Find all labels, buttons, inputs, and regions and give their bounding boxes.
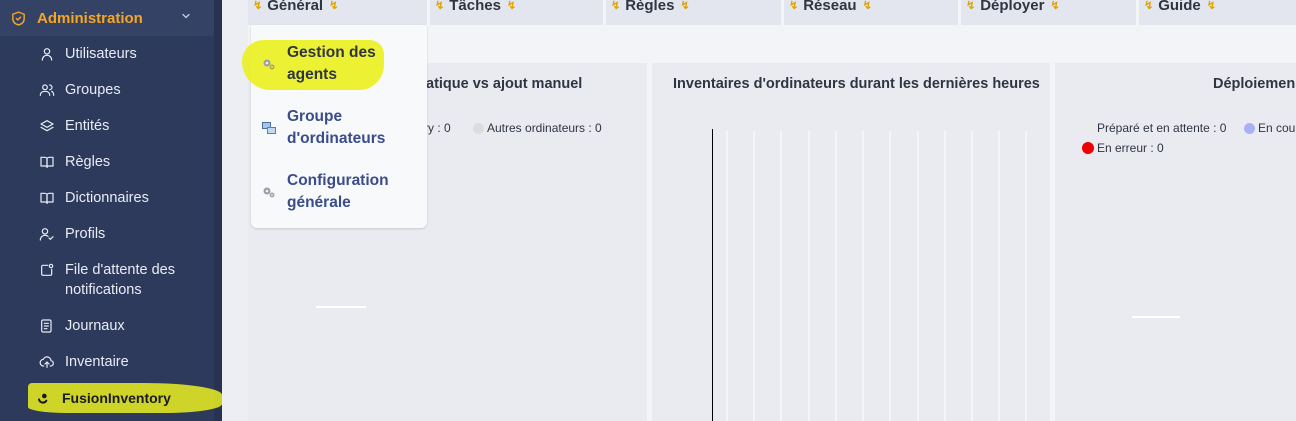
double-chevron-icon: ↯: [506, 0, 517, 12]
tab-label: Réseau: [803, 0, 857, 14]
double-chevron-icon: ↯: [862, 0, 872, 12]
double-chevron-icon: ↯: [789, 0, 799, 12]
legend-label: Autres ordinateurs : 0: [487, 121, 602, 135]
panel-title: Déploiemen: [1213, 76, 1296, 92]
sidebar-item-groupes[interactable]: Groupes: [0, 80, 214, 100]
double-chevron-icon: ↯: [253, 0, 263, 12]
shield-icon: [10, 10, 27, 27]
legend-label: ry : 0: [424, 121, 451, 135]
users-icon: [38, 81, 56, 99]
sidebar-item-label: Dictionnaires: [65, 190, 149, 206]
tab-label: Règles: [625, 0, 675, 14]
sidebar-item-label: Journaux: [65, 318, 125, 334]
tab-label: Déployer: [980, 0, 1045, 14]
double-chevron-icon: ↯: [329, 0, 339, 12]
sidebar-item-journaux[interactable]: Journaux: [0, 316, 214, 336]
menu-item-groupe-ordinateurs[interactable]: Groupe d'ordinateurs: [251, 106, 427, 152]
menu-item-label: Configuration générale: [287, 172, 389, 211]
chart-plot-area: [712, 129, 1027, 421]
tab-label: Guide: [1158, 0, 1201, 14]
sidebar-item-inventaire[interactable]: Inventaire: [0, 352, 214, 372]
chart-panel-deployment: Déploiemen Préparé et en attente : 0 En …: [1055, 63, 1296, 421]
panel-title: Inventaires d'ordinateurs durant les der…: [673, 76, 1040, 92]
tab-general[interactable]: ↯ Général ↯: [248, 0, 430, 25]
double-chevron-icon: ↯: [966, 0, 976, 12]
legend-swatch: [1082, 142, 1094, 154]
sidebar-item-label: Utilisateurs: [65, 46, 137, 62]
menu-item-configuration-generale[interactable]: Configuration générale: [251, 170, 427, 216]
tab-deployer[interactable]: ↯ Déployer ↯: [961, 0, 1139, 25]
double-chevron-icon: ↯: [1144, 0, 1154, 12]
sidebar-section-title: Administration: [37, 9, 143, 27]
legend-item: Préparé et en attente : 0: [1083, 121, 1226, 135]
gears-icon: [261, 56, 277, 72]
menu-item-label: Gestion des agents: [287, 44, 376, 83]
legend-swatch: [473, 122, 484, 134]
sidebar-item-label: Règles: [65, 154, 111, 170]
book-icon: [38, 189, 56, 207]
sidebar-item-entites[interactable]: Entités: [0, 116, 214, 136]
legend-swatch: [1083, 122, 1094, 134]
legend-swatch: [1244, 122, 1255, 134]
sidebar-item-label: Entités: [65, 118, 110, 134]
double-chevron-icon: ↯: [1050, 0, 1060, 12]
notification-icon: [38, 261, 56, 279]
sidebar-item-label: Profils: [65, 226, 106, 242]
chart-empty-line: [1132, 316, 1180, 318]
cloud-upload-icon: [38, 353, 56, 371]
fusion-icon: [34, 389, 52, 407]
menu-item-gestion-des-agents[interactable]: Gestion des agents: [251, 42, 427, 88]
chart-panel-computer-inventories: Inventaires d'ordinateurs durant les der…: [652, 63, 1050, 421]
tab-taches[interactable]: ↯ Tâches ↯: [430, 0, 606, 25]
sidebar-item-label: FusionInventory: [62, 390, 171, 406]
legend-item: Autres ordinateurs : 0: [473, 121, 602, 135]
legend-item: En erreur : 0: [1082, 141, 1164, 155]
tab-label: Tâches: [449, 0, 501, 14]
double-chevron-icon: ↯: [611, 0, 621, 12]
user-check-icon: [38, 225, 56, 243]
tab-reseau[interactable]: ↯ Réseau ↯: [784, 0, 961, 25]
tab-label: Général: [267, 0, 324, 14]
menu-item-label: Groupe d'ordinateurs: [287, 108, 386, 147]
legend-label: En cou: [1258, 121, 1296, 135]
sidebar-item-label: Inventaire: [65, 354, 129, 370]
computer-group-icon: [261, 120, 277, 136]
book-icon: [38, 153, 56, 171]
sidebar-item-regles[interactable]: Règles: [0, 152, 214, 172]
user-icon: [38, 45, 56, 63]
legend-label: Préparé et en attente : 0: [1097, 121, 1227, 135]
sidebar-item-fusioninventory[interactable]: FusionInventory: [0, 386, 214, 412]
tab-guide[interactable]: ↯ Guide ↯: [1139, 0, 1296, 25]
chevron-down-icon[interactable]: [180, 10, 192, 25]
gears-icon: [261, 184, 277, 200]
legend-label: En erreur : 0: [1097, 141, 1164, 155]
layers-icon: [38, 117, 56, 135]
sidebar-item-label: Groupes: [65, 82, 121, 98]
double-chevron-icon: ↯: [435, 0, 445, 12]
legend-item: ry : 0: [424, 121, 451, 135]
sidebar-item-dictionnaires[interactable]: Dictionnaires: [0, 188, 214, 208]
legend-item: En cou: [1244, 121, 1295, 135]
chart-empty-line: [316, 306, 366, 308]
double-chevron-icon: ↯: [680, 0, 690, 12]
sidebar-item-notifications[interactable]: File d'attente des notifications: [0, 260, 214, 300]
double-chevron-icon: ↯: [1206, 0, 1216, 12]
sidebar-section-administration[interactable]: Administration: [0, 0, 214, 36]
panel-title: atique vs ajout manuel: [426, 76, 583, 92]
sidebar-item-profils[interactable]: Profils: [0, 224, 214, 244]
sidebar-scroll-edge: [214, 0, 222, 421]
tab-regles[interactable]: ↯ Règles ↯: [606, 0, 784, 25]
sidebar-item-utilisateurs[interactable]: Utilisateurs: [0, 44, 214, 64]
plugin-menu-bar: ↯ Général ↯ ↯ Tâches ↯ ↯ Règles ↯ ↯ Rése…: [248, 0, 1296, 25]
log-icon: [38, 317, 56, 335]
sidebar-item-label: File d'attente des notifications: [65, 262, 175, 298]
